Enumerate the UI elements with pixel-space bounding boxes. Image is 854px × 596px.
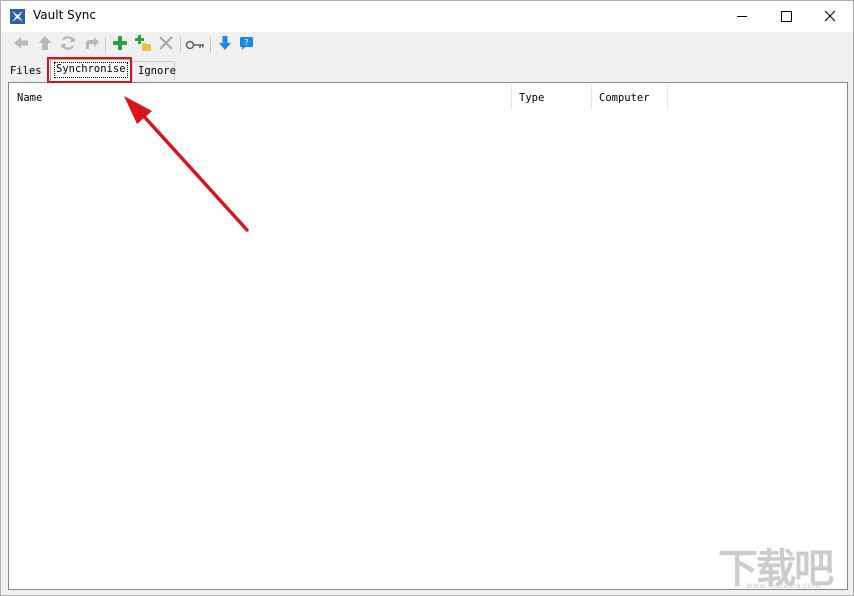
download-arrow-icon (217, 35, 233, 55)
minimize-icon (736, 7, 748, 26)
up-button[interactable] (35, 35, 55, 55)
arrow-up-icon (37, 35, 53, 55)
close-icon (824, 7, 836, 26)
watermark-url: www.xiazaiba.com (746, 581, 821, 590)
tab-label: Ignore (138, 65, 176, 77)
delete-x-icon (158, 35, 174, 55)
refresh-icon (60, 35, 76, 55)
list-header: Name Type Computer (10, 84, 846, 109)
back-button[interactable] (11, 35, 31, 55)
toolbar-separator (180, 37, 181, 53)
delete-button[interactable] (156, 35, 176, 55)
add-folder-button[interactable] (133, 35, 153, 55)
tab-ignore[interactable]: Ignore (132, 61, 176, 80)
maximize-button[interactable] (763, 1, 809, 32)
tab-files[interactable]: Files (4, 61, 48, 80)
svg-text:?: ? (244, 38, 248, 47)
key-icon (185, 36, 205, 55)
arrow-left-icon (13, 35, 29, 55)
toolbar: ? (1, 32, 853, 58)
tab-synchronise[interactable]: Synchronise (50, 59, 132, 81)
minimize-button[interactable] (719, 1, 765, 32)
tab-label: Synchronise (56, 63, 126, 75)
column-header-name[interactable]: Name (10, 84, 512, 109)
column-header-type[interactable]: Type (512, 84, 592, 109)
add-folder-icon (134, 34, 152, 56)
app-window: Vault Sync ? Files Ignore Synchronise Na… (0, 0, 854, 596)
forward-button[interactable] (82, 35, 102, 55)
toolbar-separator (105, 37, 106, 53)
help-button[interactable]: ? (237, 35, 257, 55)
help-icon: ? (239, 35, 255, 55)
title-bar[interactable]: Vault Sync (1, 1, 853, 32)
download-button[interactable] (215, 35, 235, 55)
plus-icon (112, 35, 128, 55)
column-header-computer[interactable]: Computer (592, 84, 668, 109)
refresh-button[interactable] (58, 35, 78, 55)
watermark-logo: 下载吧 www.xiazaiba.com (716, 536, 852, 594)
vault-app-icon (10, 9, 25, 24)
tab-strip: Files Ignore Synchronise (1, 58, 853, 82)
window-title: Vault Sync (33, 8, 97, 22)
add-button[interactable] (110, 35, 130, 55)
sync-list-view[interactable]: Name Type Computer (8, 82, 848, 590)
key-button[interactable] (185, 35, 205, 55)
maximize-icon (780, 7, 792, 26)
tab-label: Files (10, 65, 42, 77)
close-button[interactable] (807, 1, 853, 32)
toolbar-separator (210, 37, 211, 53)
share-arrow-icon (84, 35, 100, 55)
